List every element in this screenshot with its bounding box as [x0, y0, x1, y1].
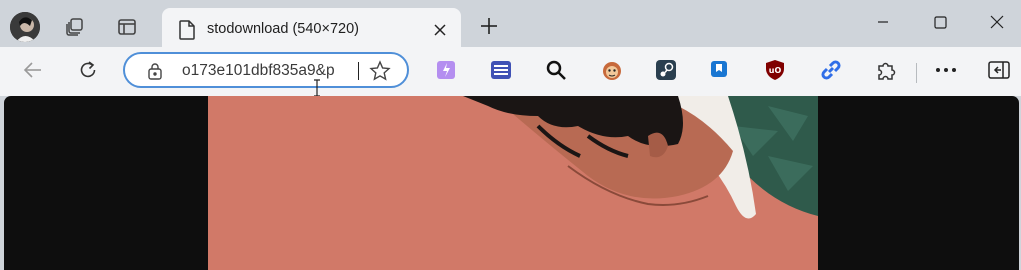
ublock-icon[interactable]: uO — [759, 54, 791, 86]
lock-icon[interactable] — [147, 62, 163, 85]
favorite-star-icon[interactable] — [369, 60, 391, 87]
link-icon[interactable] — [815, 54, 847, 86]
extension-tabs-icon[interactable] — [704, 54, 736, 86]
sidebar-toggle-icon[interactable] — [983, 54, 1015, 86]
extension-pen-icon[interactable] — [430, 54, 462, 86]
displayed-image[interactable] — [208, 96, 818, 270]
maximize-icon[interactable] — [917, 6, 963, 38]
tab-actions-icon[interactable] — [110, 10, 144, 44]
toolbar-separator — [916, 63, 917, 83]
close-icon[interactable] — [430, 20, 450, 40]
minimize-icon[interactable] — [860, 6, 906, 38]
toolbar: o173e101dbf835a9&p uO — [0, 47, 1021, 136]
refresh-icon[interactable] — [70, 52, 106, 88]
text-caret — [358, 62, 359, 80]
document-icon — [178, 20, 196, 45]
extension-reader-icon[interactable] — [485, 54, 517, 86]
title-bar: stodownload (540×720) — [0, 0, 1021, 52]
tab-title: stodownload (540×720) — [207, 21, 359, 37]
address-bar[interactable]: o173e101dbf835a9&p — [123, 52, 409, 88]
more-menu-icon[interactable] — [930, 54, 962, 86]
url-text[interactable]: o173e101dbf835a9&p — [182, 62, 357, 80]
workspaces-icon[interactable] — [58, 10, 92, 44]
profile-avatar[interactable] — [10, 12, 40, 42]
new-tab-icon[interactable] — [474, 11, 504, 41]
search-icon[interactable] — [540, 54, 572, 86]
extension-steam-icon[interactable] — [650, 54, 682, 86]
page-viewport — [4, 96, 1019, 270]
active-tab[interactable]: stodownload (540×720) — [162, 8, 461, 52]
window-close-icon[interactable] — [974, 6, 1020, 38]
svg-text:uO: uO — [769, 66, 782, 75]
extensions-puzzle-icon[interactable] — [870, 54, 902, 86]
back-icon[interactable] — [15, 52, 51, 88]
extension-monkey-icon[interactable] — [596, 54, 628, 86]
